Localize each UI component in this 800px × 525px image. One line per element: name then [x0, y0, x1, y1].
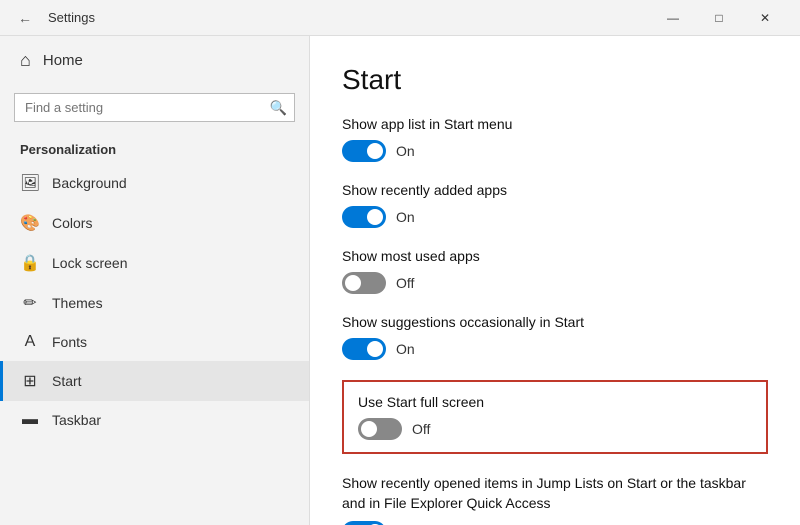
- show-suggestions-state: On: [396, 341, 415, 357]
- lock-screen-icon: 🔒: [20, 253, 40, 273]
- sidebar-item-background[interactable]: 🖼 Background: [0, 163, 309, 203]
- sidebar-search-container: 🔍: [14, 93, 295, 122]
- setting-label-show-suggestions: Show suggestions occasionally in Start: [342, 314, 768, 330]
- main-content: Start Show app list in Start menu On Sho…: [310, 36, 800, 525]
- search-input[interactable]: [14, 93, 295, 122]
- toggle-knob: [361, 421, 377, 437]
- background-icon: 🖼: [20, 173, 40, 193]
- start-full-screen-toggle[interactable]: [358, 418, 402, 440]
- window-controls: — □ ✕: [650, 4, 788, 32]
- setting-block-show-suggestions: Show suggestions occasionally in Start O…: [342, 314, 768, 360]
- setting-label-show-recently-added: Show recently added apps: [342, 182, 768, 198]
- setting-row-show-recently-added: On: [342, 206, 768, 228]
- fonts-icon: A: [20, 333, 40, 351]
- setting-row-show-most-used: Off: [342, 272, 768, 294]
- close-button[interactable]: ✕: [742, 4, 788, 32]
- title-bar-nav: ←: [12, 8, 38, 28]
- setting-block-show-app-list: Show app list in Start menu On: [342, 116, 768, 162]
- sidebar-item-label: Fonts: [52, 334, 87, 350]
- show-app-list-state: On: [396, 143, 415, 159]
- start-icon: ⊞: [20, 371, 40, 391]
- setting-row-show-suggestions: On: [342, 338, 768, 360]
- highlight-setting-row: Off: [358, 418, 752, 440]
- taskbar-icon: ▬: [20, 411, 40, 429]
- home-label: Home: [43, 52, 83, 69]
- window-title: Settings: [48, 10, 95, 25]
- sidebar-item-fonts[interactable]: A Fonts: [0, 323, 309, 361]
- bottom-setting-label: Show recently opened items in Jump Lists…: [342, 474, 768, 513]
- page-title: Start: [342, 64, 768, 96]
- sidebar-item-label: Colors: [52, 215, 92, 231]
- themes-icon: ✏: [20, 293, 40, 313]
- app-body: ⌂ Home 🔍 Personalization 🖼 Background 🎨 …: [0, 36, 800, 525]
- show-most-used-state: Off: [396, 275, 414, 291]
- maximize-button[interactable]: □: [696, 4, 742, 32]
- title-bar: ← Settings — □ ✕: [0, 0, 800, 36]
- highlight-state-label: Off: [412, 421, 430, 437]
- title-bar-left: ← Settings: [12, 8, 95, 28]
- show-app-list-toggle[interactable]: [342, 140, 386, 162]
- sidebar-item-label: Start: [52, 373, 82, 389]
- settings-list: Show app list in Start menu On Show rece…: [342, 116, 768, 360]
- toggle-knob: [367, 341, 383, 357]
- sidebar-section-title: Personalization: [0, 134, 309, 163]
- sidebar: ⌂ Home 🔍 Personalization 🖼 Background 🎨 …: [0, 36, 310, 525]
- sidebar-item-label: Taskbar: [52, 412, 101, 428]
- home-icon: ⌂: [20, 50, 31, 71]
- sidebar-item-colors[interactable]: 🎨 Colors: [0, 203, 309, 243]
- sidebar-item-label: Background: [52, 175, 127, 191]
- highlight-setting-label: Use Start full screen: [358, 394, 752, 410]
- show-most-used-toggle[interactable]: [342, 272, 386, 294]
- back-button[interactable]: ←: [12, 8, 38, 28]
- setting-block-show-most-used: Show most used apps Off: [342, 248, 768, 294]
- sidebar-items-list: 🖼 Background 🎨 Colors 🔒 Lock screen ✏ Th…: [0, 163, 309, 439]
- sidebar-item-themes[interactable]: ✏ Themes: [0, 283, 309, 323]
- setting-label-show-app-list: Show app list in Start menu: [342, 116, 768, 132]
- sidebar-home[interactable]: ⌂ Home: [0, 36, 309, 85]
- sidebar-item-start[interactable]: ⊞ Start: [0, 361, 309, 401]
- minimize-button[interactable]: —: [650, 4, 696, 32]
- search-icon: 🔍: [270, 99, 287, 116]
- recently-opened-toggle[interactable]: [342, 521, 386, 525]
- sidebar-item-label: Themes: [52, 295, 103, 311]
- toggle-knob: [367, 209, 383, 225]
- highlight-box: Use Start full screen Off: [342, 380, 768, 454]
- sidebar-item-lock-screen[interactable]: 🔒 Lock screen: [0, 243, 309, 283]
- show-suggestions-toggle[interactable]: [342, 338, 386, 360]
- setting-row-show-app-list: On: [342, 140, 768, 162]
- show-recently-added-state: On: [396, 209, 415, 225]
- bottom-setting-row: On: [342, 521, 768, 525]
- setting-label-show-most-used: Show most used apps: [342, 248, 768, 264]
- sidebar-item-taskbar[interactable]: ▬ Taskbar: [0, 401, 309, 439]
- toggle-knob: [345, 275, 361, 291]
- toggle-knob: [367, 143, 383, 159]
- colors-icon: 🎨: [20, 213, 40, 233]
- setting-block-show-recently-added: Show recently added apps On: [342, 182, 768, 228]
- sidebar-item-label: Lock screen: [52, 255, 127, 271]
- bottom-setting-block: Show recently opened items in Jump Lists…: [342, 474, 768, 525]
- show-recently-added-toggle[interactable]: [342, 206, 386, 228]
